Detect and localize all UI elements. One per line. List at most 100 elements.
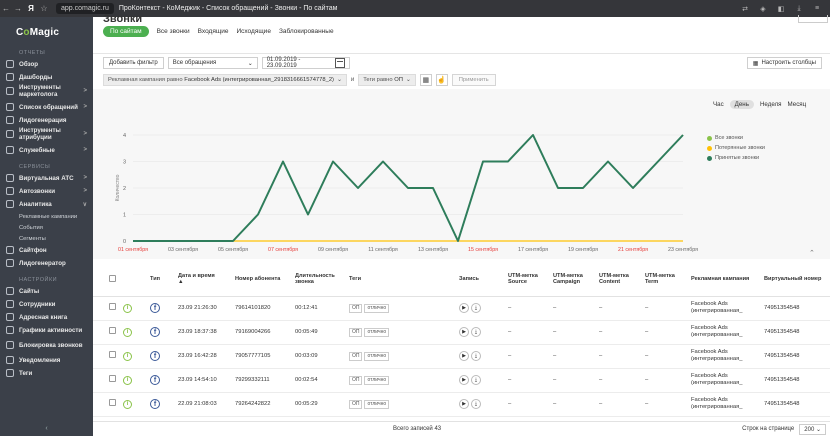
info-icon[interactable]: i — [123, 351, 132, 361]
rows-per-page-select[interactable]: 200 ⌄ — [799, 423, 826, 435]
sidebar-item-виртуальная-атс[interactable]: Виртуальная АТС > — [0, 172, 93, 184]
back-icon[interactable]: ← — [0, 4, 12, 13]
sidebar-item-дашборды[interactable]: Дашборды — [0, 71, 93, 83]
sidebar-subitem[interactable]: Сегменты — [0, 233, 93, 244]
sidebar-item-блокировка-звонков[interactable]: Блокировка звонков — [0, 339, 93, 351]
comagic-logo[interactable]: Co Magic — [0, 17, 93, 47]
column-header-virtual-number[interactable]: Виртуальный номер — [762, 263, 830, 297]
info-icon[interactable]: i — [123, 375, 132, 385]
download-icon[interactable]: ⤓ — [471, 375, 481, 385]
column-header-type[interactable]: Тип — [148, 263, 176, 297]
period-week[interactable]: Неделя — [760, 101, 782, 108]
apply-button[interactable]: Применить — [451, 74, 496, 86]
bookmark-icon[interactable]: ☆ — [38, 4, 50, 13]
tab-outgoing[interactable]: Исходящие — [236, 26, 270, 37]
info-icon[interactable]: i — [123, 399, 132, 409]
sidebar-collapse-button[interactable]: ‹ — [0, 425, 93, 432]
call-type-select[interactable]: Все обращения ⌄ — [167, 57, 258, 69]
play-icon[interactable]: ▶ — [459, 375, 469, 385]
row-checkbox[interactable] — [109, 327, 116, 334]
tab-incoming[interactable]: Входящие — [198, 26, 229, 37]
legend-item-lost[interactable]: Потерянные звонки — [707, 145, 765, 151]
translate-icon[interactable]: ⇄ — [740, 5, 750, 13]
download-icon[interactable]: ⤓ — [471, 351, 481, 361]
tag-badge[interactable]: ОП — [349, 399, 363, 409]
sidebar-item-инструменты-маркетолога[interactable]: Инструменты маркетолога > — [0, 84, 93, 98]
column-header-campaign[interactable]: Рекламная кампания — [689, 263, 762, 297]
extension-icon[interactable]: ◧ — [776, 5, 786, 13]
sidebar-item-сайтфон[interactable]: Сайтфон — [0, 244, 93, 256]
row-checkbox[interactable] — [109, 399, 116, 406]
sidebar-item-обзор[interactable]: Обзор — [0, 58, 93, 70]
download-icon[interactable]: ⤓ — [471, 327, 481, 337]
sidebar-item-теги[interactable]: Теги — [0, 367, 93, 379]
column-header-datetime[interactable]: Дата и время ▲ — [176, 263, 233, 297]
menu-icon[interactable]: ≡ — [812, 5, 822, 13]
sidebar-item-служебные[interactable]: Служебные > — [0, 144, 93, 156]
legend-item-all[interactable]: Все звонки — [707, 135, 765, 141]
sidebar-item-графики-активности[interactable]: Графики активности — [0, 324, 93, 336]
column-header-utm-campaign[interactable]: UTM-метка Campaign — [551, 263, 597, 297]
column-header-record[interactable]: Запись — [457, 263, 506, 297]
tags-filter-chip[interactable]: Теги равно ОП ⌄ — [358, 74, 416, 86]
period-month[interactable]: Месяц — [788, 101, 807, 108]
header-action-button[interactable] — [798, 15, 828, 23]
tag-badge[interactable]: отлично — [364, 399, 390, 409]
select-all-checkbox[interactable] — [109, 274, 116, 282]
column-header-utm-term[interactable]: UTM-метка Term — [643, 263, 689, 297]
table-row[interactable]: i f 23.09 18:37:38 79169004266 00:05:49 ОП отл… — [93, 320, 830, 345]
info-icon[interactable]: i — [123, 303, 132, 313]
sidebar-subitem[interactable]: События — [0, 222, 93, 233]
legend-item-accepted[interactable]: Принятые звонки — [707, 155, 765, 161]
filter-hand-icon[interactable]: ☝ — [435, 74, 448, 86]
sidebar-item-лидогенератор[interactable]: Лидогенератор — [0, 257, 93, 269]
download-icon[interactable]: ⤓ — [471, 303, 481, 313]
calendar-icon[interactable] — [334, 58, 345, 68]
shield-icon[interactable]: ◈ — [758, 5, 768, 13]
tag-badge[interactable]: ОП — [349, 351, 363, 361]
sidebar-subitem[interactable]: Рекламные кампании — [0, 211, 93, 222]
table-row[interactable]: i f 23.09 16:42:28 79057777105 00:03:09 ОП отл… — [93, 344, 830, 369]
yandex-logo[interactable]: Я — [24, 4, 38, 13]
chevron-up-icon[interactable]: ⌃ — [809, 249, 815, 257]
column-header-duration[interactable]: Длительность звонка — [293, 263, 347, 297]
play-icon[interactable]: ▶ — [459, 327, 469, 337]
tag-badge[interactable]: отлично — [364, 351, 390, 361]
tab-blocked[interactable]: Заблокированные — [279, 26, 334, 37]
sidebar-item-аналитика[interactable]: Аналитика ∨ — [0, 198, 93, 210]
table-row[interactable]: i f 23.09 21:26:30 79614101820 00:12:41 ОП отл… — [93, 296, 830, 321]
column-header-phone[interactable]: Номер абонента — [233, 263, 293, 297]
tab-by-sites[interactable]: По сайтам — [103, 26, 149, 37]
sidebar-item-инструменты-атрибуции[interactable]: Инструменты атрибуции > — [0, 127, 93, 141]
play-icon[interactable]: ▶ — [459, 399, 469, 409]
tag-badge[interactable]: отлично — [364, 327, 390, 337]
play-icon[interactable]: ▶ — [459, 351, 469, 361]
row-checkbox[interactable] — [109, 351, 116, 358]
column-header-tags[interactable]: Теги — [347, 263, 457, 297]
table-row[interactable]: i f 23.09 14:54:10 79299332111 00:02:54 ОП отл… — [93, 368, 830, 393]
row-checkbox[interactable] — [109, 303, 116, 310]
sidebar-item-уведомления[interactable]: Уведомления — [0, 354, 93, 366]
sidebar-item-список-обращений[interactable]: Список обращений > — [0, 101, 93, 113]
sidebar-item-адресная-книга[interactable]: Адресная книга — [0, 311, 93, 323]
period-hour[interactable]: Час — [713, 101, 724, 108]
tag-badge[interactable]: отлично — [364, 303, 390, 313]
tag-badge[interactable]: ОП — [349, 303, 363, 313]
tab-all-calls[interactable]: Все звонки — [157, 26, 190, 37]
table-row[interactable]: i f 22.09 21:08:03 79264242822 00:05:29 ОП отл… — [93, 392, 830, 417]
info-icon[interactable]: i — [123, 327, 132, 337]
forward-icon[interactable]: → — [12, 4, 24, 13]
tag-badge[interactable]: ОП — [349, 375, 363, 385]
sidebar-item-лидогенерация[interactable]: Лидогенерация — [0, 114, 93, 126]
download-icon[interactable]: ⤓ — [471, 399, 481, 409]
configure-columns-button[interactable]: ▦ Настроить столбцы — [746, 57, 822, 69]
column-header-utm-source[interactable]: UTM-метка Source — [506, 263, 551, 297]
sidebar-item-сайты[interactable]: Сайты — [0, 285, 93, 297]
date-range-input[interactable]: 01.09.2019 - 23.09.2019 — [261, 57, 350, 69]
row-checkbox[interactable] — [109, 375, 116, 382]
add-filter-button[interactable]: Добавить фильтр — [103, 57, 164, 69]
campaign-filter-chip[interactable]: Рекламная кампания равно Facebook Ads (и… — [103, 74, 347, 86]
play-icon[interactable]: ▶ — [459, 303, 469, 313]
tag-badge[interactable]: ОП — [349, 327, 363, 337]
tag-badge[interactable]: отлично — [364, 375, 390, 385]
